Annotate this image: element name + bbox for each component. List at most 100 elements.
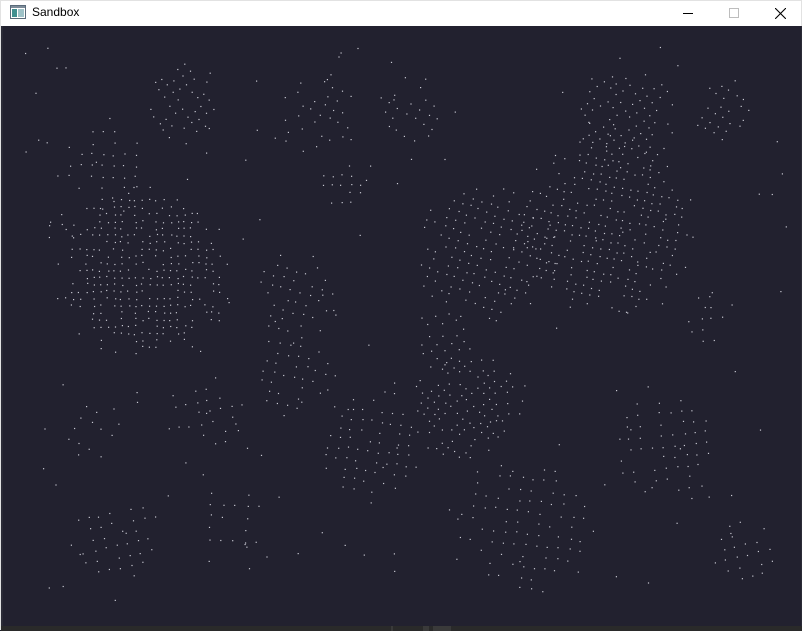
particle [464, 365, 466, 367]
particle [319, 330, 321, 332]
particle [651, 447, 654, 449]
particle [211, 311, 213, 313]
particle [433, 401, 435, 403]
particle [484, 297, 486, 299]
particle [589, 91, 591, 93]
particle [280, 286, 282, 288]
particle [93, 207, 95, 209]
particle [776, 141, 778, 143]
particle [170, 325, 172, 328]
particle [325, 310, 328, 312]
particle [260, 281, 262, 283]
particle [274, 137, 276, 139]
particle [458, 456, 460, 458]
particle [183, 338, 185, 340]
particle [529, 200, 531, 202]
particle [519, 500, 521, 502]
particle [284, 97, 286, 99]
particle [112, 197, 114, 199]
particle [136, 401, 139, 403]
particle [658, 244, 660, 247]
particle [322, 184, 325, 186]
particle [469, 348, 471, 350]
particle [702, 340, 704, 342]
particle [78, 454, 80, 456]
particle [615, 93, 617, 96]
particle [333, 309, 335, 312]
particle [446, 362, 448, 364]
particle [521, 577, 523, 579]
particle [338, 56, 340, 58]
particle [620, 101, 622, 104]
particle [675, 206, 678, 208]
particle [119, 270, 121, 272]
particle [448, 237, 450, 239]
particle [357, 47, 359, 50]
title-bar[interactable]: Sandbox [1, 1, 801, 25]
particle [741, 578, 743, 580]
particle [340, 52, 342, 54]
maximize-button[interactable] [711, 1, 757, 25]
simulation-canvas[interactable] [3, 26, 801, 626]
particle [103, 538, 106, 540]
particle [636, 199, 638, 201]
particle [94, 305, 96, 308]
particle [491, 541, 493, 543]
particle [474, 302, 476, 305]
particle [245, 542, 247, 544]
particle [599, 181, 601, 183]
particle [113, 332, 115, 334]
minimize-button[interactable] [665, 1, 711, 25]
particle [521, 229, 523, 231]
particle [106, 263, 108, 265]
particle [739, 125, 741, 127]
particle [634, 174, 636, 176]
particle [600, 280, 602, 282]
particle [447, 372, 449, 374]
particle [120, 317, 122, 320]
particle [162, 333, 164, 335]
particle [161, 78, 163, 81]
particle [277, 264, 279, 266]
particle [658, 402, 660, 404]
particle [206, 412, 208, 414]
particle [639, 426, 641, 428]
particle [121, 311, 123, 313]
particle [430, 209, 432, 211]
particle [150, 278, 152, 280]
particle [527, 241, 529, 243]
particle [709, 87, 711, 89]
particle [191, 320, 194, 322]
particle [492, 359, 494, 361]
particle [512, 563, 514, 565]
particle [172, 91, 174, 93]
particle [244, 543, 246, 546]
particle [514, 297, 516, 299]
particle [461, 395, 463, 397]
particle [631, 148, 633, 150]
bottom-mark [433, 626, 451, 631]
particle [268, 340, 270, 343]
particle [649, 176, 651, 179]
particle [683, 444, 685, 447]
particle [494, 271, 496, 273]
particle [532, 191, 534, 193]
particle [122, 165, 125, 167]
particle [88, 448, 90, 450]
particle [464, 222, 466, 224]
particle [524, 385, 526, 387]
close-button[interactable] [757, 1, 802, 25]
particle [119, 241, 121, 243]
particle [533, 238, 535, 240]
particle [677, 466, 679, 468]
particle [459, 371, 461, 373]
particle [484, 415, 486, 417]
particle [445, 246, 447, 248]
particle [204, 125, 207, 127]
particle [177, 278, 179, 280]
particle [135, 227, 138, 229]
particle [656, 109, 658, 112]
particle [112, 177, 114, 179]
particle [563, 494, 565, 496]
particle [430, 366, 432, 368]
